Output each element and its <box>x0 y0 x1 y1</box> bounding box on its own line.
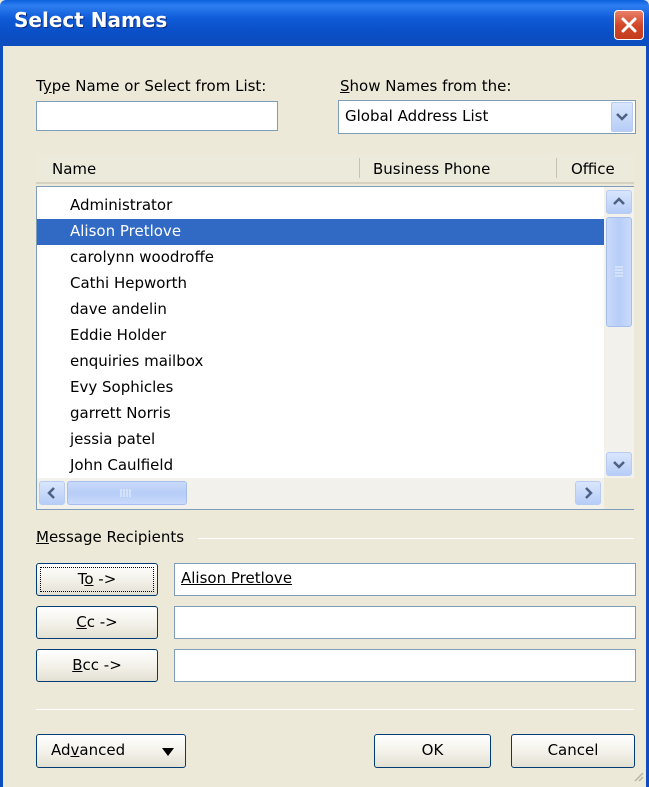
chevron-down-icon <box>616 113 628 121</box>
list-item-selected[interactable]: Alison Pretlove <box>37 219 604 245</box>
window-title: Select Names <box>14 8 168 32</box>
scroll-up-button[interactable] <box>606 190 632 214</box>
dropdown-arrow-icon <box>162 748 174 756</box>
vertical-scrollbar[interactable] <box>604 187 634 478</box>
search-label: Type Name or Select from List: <box>36 77 267 95</box>
column-business-phone[interactable]: Business Phone <box>373 160 490 178</box>
horizontal-scroll-thumb[interactable] <box>67 481 187 505</box>
address-book-dropdown-button[interactable] <box>611 102 633 132</box>
to-field[interactable]: Alison Pretlove <box>174 563 636 596</box>
name-list[interactable]: Administrator Alison Pretlove carolynn w… <box>36 186 634 510</box>
search-input[interactable] <box>36 101 278 131</box>
bcc-field[interactable] <box>174 649 636 682</box>
cancel-button[interactable]: Cancel <box>511 734 635 768</box>
scroll-left-icon <box>47 487 55 499</box>
list-header: Name Business Phone Office <box>36 154 634 184</box>
list-item[interactable]: Eddie Holder <box>37 323 604 349</box>
grip-lines-icon <box>120 489 131 497</box>
scroll-right-icon <box>585 487 593 499</box>
column-office[interactable]: Office <box>571 160 615 178</box>
cc-button[interactable]: Cc -> <box>36 606 158 639</box>
size-grip-icon[interactable] <box>631 769 645 783</box>
ok-button[interactable]: OK <box>374 734 491 768</box>
scroll-down-icon <box>613 461 625 469</box>
to-button[interactable]: To -> <box>36 563 158 596</box>
horizontal-scrollbar[interactable] <box>37 478 604 509</box>
scroll-up-icon <box>613 197 625 205</box>
list-item[interactable]: Evy Sophicles <box>37 375 604 401</box>
list-item[interactable]: carolynn woodroffe <box>37 245 604 271</box>
recipients-group-label: Message Recipients <box>36 528 185 546</box>
footer-divider <box>36 709 634 710</box>
vertical-scroll-thumb[interactable] <box>606 217 632 327</box>
list-item[interactable]: jessia patel <box>37 427 604 453</box>
list-item[interactable]: dave andelin <box>37 297 604 323</box>
list-item[interactable]: John Caulfield <box>37 453 604 479</box>
list-item[interactable]: Cathi Hepworth <box>37 271 604 297</box>
show-names-label: Show Names from the: <box>340 77 512 95</box>
address-book-value: Global Address List <box>345 107 489 125</box>
cc-field[interactable] <box>174 606 636 639</box>
close-button[interactable] <box>614 10 644 40</box>
grip-lines-icon <box>615 266 623 277</box>
scroll-down-button[interactable] <box>606 452 632 476</box>
scroll-corner <box>604 478 634 509</box>
list-item[interactable]: Administrator <box>37 193 604 219</box>
address-book-select[interactable]: Global Address List <box>338 100 636 134</box>
group-divider <box>198 538 634 539</box>
column-name[interactable]: Name <box>52 160 96 178</box>
title-bar: Select Names <box>0 0 649 46</box>
scroll-left-button[interactable] <box>39 481 65 505</box>
list-item[interactable]: enquiries mailbox <box>37 349 604 375</box>
column-separator[interactable] <box>359 158 360 178</box>
bcc-button[interactable]: Bcc -> <box>36 649 158 682</box>
list-item[interactable]: garrett Norris <box>37 401 604 427</box>
advanced-button[interactable]: Advanced <box>36 734 186 768</box>
close-icon <box>621 17 637 33</box>
column-separator[interactable] <box>556 158 557 178</box>
scroll-right-button[interactable] <box>575 481 601 505</box>
to-recipient[interactable]: Alison Pretlove <box>181 569 292 587</box>
